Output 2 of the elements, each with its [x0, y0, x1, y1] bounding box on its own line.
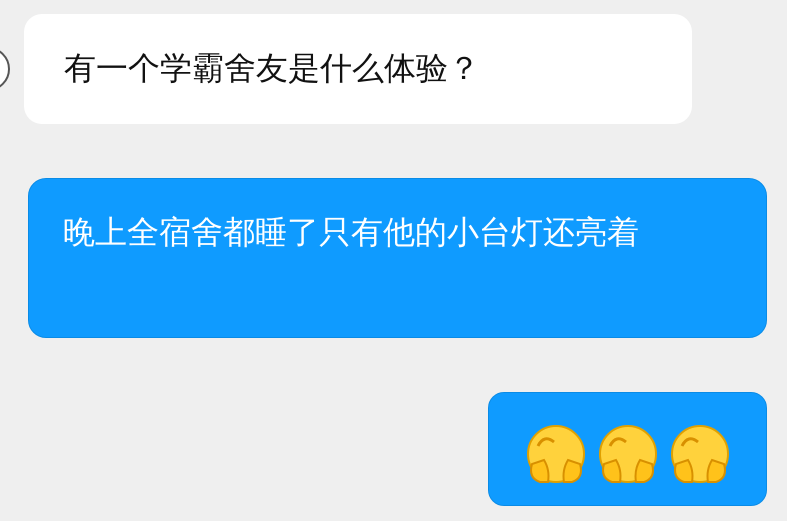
message-bubble: 有一个学霸舍友是什么体验？	[24, 14, 692, 124]
message-bubble: 晚上全宿舍都睡了只有他的小台灯还亮着	[28, 178, 767, 338]
